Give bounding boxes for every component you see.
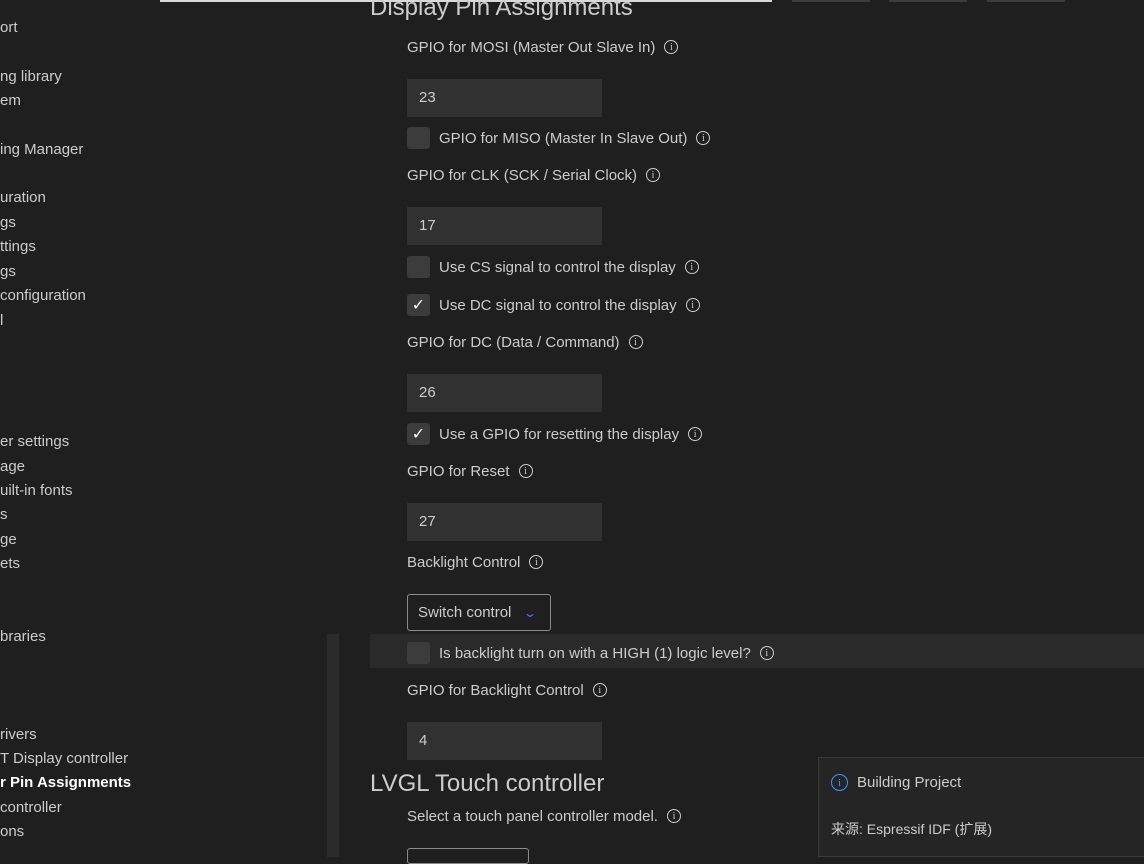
touch-prompt-label: Select a touch panel controller model. [407, 807, 658, 825]
backlight-gpio-input[interactable]: 4 [407, 722, 602, 760]
dc-checkbox[interactable]: ✓ [407, 294, 430, 316]
dc-input[interactable]: 26 [407, 374, 602, 412]
backlight-gpio-label-row: GPIO for Backlight Control i [407, 679, 607, 701]
dc-checkbox-row: ✓ Use DC signal to control the display i [407, 293, 700, 317]
dc-label: GPIO for DC (Data / Command) [407, 333, 620, 351]
clk-input[interactable]: 17 [407, 207, 602, 245]
toast-source: 来源: Espressif IDF (扩展) [831, 821, 993, 837]
settings-tree: ort ng library em ing Manager uration gs tting… [0, 0, 340, 857]
backlight-label: Backlight Control [407, 553, 521, 571]
sidebar-tree-item[interactable]: braries [0, 625, 46, 649]
info-icon[interactable]: i [684, 260, 699, 274]
miso-checkbox[interactable] [407, 127, 430, 149]
reset-checkbox-row: ✓ Use a GPIO for resetting the display i [407, 422, 703, 446]
backlight-high-checkbox[interactable] [407, 642, 430, 664]
sidebar-tree-item[interactable]: controller [0, 796, 62, 820]
cs-label: Use CS signal to control the display [439, 258, 676, 276]
dc-label-row: GPIO for DC (Data / Command) i [407, 331, 643, 353]
toast-header: i Building Project [831, 774, 961, 791]
sidebar-tree-item[interactable]: ets [0, 552, 20, 576]
toolbar-button-3[interactable] [987, 0, 1065, 2]
dc-use-label: Use DC signal to control the display [439, 296, 677, 314]
notification-toast[interactable]: i Building Project 来源: Espressif IDF (扩展… [818, 757, 1144, 857]
toast-title: Building Project [857, 774, 962, 791]
info-icon[interactable]: i [759, 646, 774, 660]
toolbar-button-1[interactable] [792, 0, 870, 2]
sidebar-tree-item[interactable]: uilt-in fonts [0, 479, 73, 503]
backlight-select-value: Switch control [418, 604, 512, 621]
sidebar-tree-item[interactable]: l [0, 309, 3, 333]
sidebar-tree-item[interactable]: ort [0, 16, 18, 40]
touch-controller-select[interactable] [407, 848, 529, 864]
clk-label-row: GPIO for CLK (SCK / Serial Clock) i [407, 164, 661, 186]
chevron-down-icon: ⌄ [523, 605, 538, 620]
info-icon[interactable]: i [592, 683, 607, 697]
info-icon[interactable]: i [688, 427, 703, 441]
miso-label: GPIO for MISO (Master In Slave Out) [439, 129, 688, 147]
sidebar-tree-item[interactable]: r Pin Assignments [0, 771, 131, 795]
sidebar-tree-item[interactable]: ge [0, 528, 17, 552]
mosi-input[interactable]: 23 [407, 79, 602, 117]
sidebar-tree-item[interactable]: er settings [0, 430, 69, 454]
reset-input[interactable]: 27 [407, 503, 602, 541]
reset-label-row: GPIO for Reset i [407, 460, 533, 482]
info-icon[interactable]: i [518, 464, 533, 478]
mosi-label: GPIO for MOSI (Master Out Slave In) [407, 38, 656, 56]
section-title-pin-assignments: Display Pin Assignments [370, 0, 633, 21]
sidebar-scrollbar[interactable] [327, 634, 339, 857]
backlight-high-checkbox-row: Is backlight turn on with a HIGH (1) log… [407, 641, 774, 665]
info-icon[interactable]: i [664, 40, 679, 54]
sidebar-tree-item[interactable]: s [0, 503, 8, 527]
reset-label: GPIO for Reset [407, 462, 510, 480]
sidebar-tree-item[interactable]: ons [0, 820, 24, 844]
info-icon[interactable]: i [696, 131, 711, 145]
mosi-label-row: GPIO for MOSI (Master Out Slave In) i [407, 36, 679, 58]
cs-checkbox[interactable] [407, 256, 430, 278]
info-icon[interactable]: i [666, 809, 681, 823]
sidebar-tree-item[interactable]: ttings [0, 235, 36, 259]
sidebar-tree-item[interactable]: ng library [0, 65, 62, 89]
miso-checkbox-row: GPIO for MISO (Master In Slave Out) i [407, 126, 711, 150]
sidebar-tree-item[interactable]: rivers [0, 723, 37, 747]
sidebar-tree-item[interactable]: uration [0, 186, 46, 210]
sidebar-tree-item[interactable]: gs [0, 260, 16, 284]
toolbar-button-2[interactable] [889, 0, 967, 2]
backlight-high-label: Is backlight turn on with a HIGH (1) log… [439, 644, 751, 662]
sidebar-tree-item[interactable]: configuration [0, 284, 86, 308]
info-icon[interactable]: i [646, 168, 661, 182]
info-icon[interactable]: i [529, 555, 544, 569]
reset-checkbox[interactable]: ✓ [407, 423, 430, 445]
backlight-select[interactable]: Switch control ⌄ [407, 594, 551, 631]
cs-checkbox-row: Use CS signal to control the display i [407, 255, 699, 279]
backlight-label-row: Backlight Control i [407, 551, 544, 573]
clk-label: GPIO for CLK (SCK / Serial Clock) [407, 166, 638, 184]
sidebar-tree-item[interactable]: T Display controller [0, 747, 128, 771]
sidebar-tree-item[interactable]: ing Manager [0, 138, 83, 162]
section-title-touch-controller: LVGL Touch controller [370, 770, 605, 797]
info-icon[interactable]: i [628, 335, 643, 349]
touch-prompt-row: Select a touch panel controller model. i [407, 805, 681, 827]
sidebar-tree-item[interactable]: age [0, 455, 25, 479]
info-icon[interactable]: i [685, 298, 700, 312]
reset-use-label: Use a GPIO for resetting the display [439, 425, 680, 443]
backlight-gpio-label: GPIO for Backlight Control [407, 681, 584, 699]
sidebar-tree-item[interactable]: em [0, 89, 21, 113]
info-icon: i [831, 774, 848, 791]
sidebar-tree-item[interactable]: gs [0, 211, 16, 235]
